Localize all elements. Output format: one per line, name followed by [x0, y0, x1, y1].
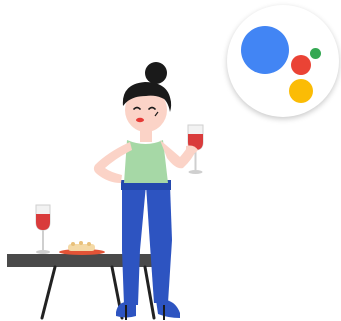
hair-bun: [145, 62, 167, 84]
google-assistant-logo: [227, 5, 339, 117]
assistant-dot-red: [291, 55, 311, 75]
assistant-dot-blue: [241, 26, 289, 74]
assistant-dot-green: [310, 48, 321, 59]
left-leg: [122, 185, 146, 305]
snack-plate-icon: [59, 241, 105, 255]
table-leg-left: [40, 265, 57, 320]
right-leg: [146, 185, 172, 303]
woman-figure: [93, 62, 198, 320]
lips: [136, 117, 144, 123]
wine-glass-icon: [35, 204, 51, 254]
right-shoe: [156, 300, 180, 318]
illustration-scene: [0, 0, 341, 321]
assistant-dot-yellow: [289, 79, 313, 103]
